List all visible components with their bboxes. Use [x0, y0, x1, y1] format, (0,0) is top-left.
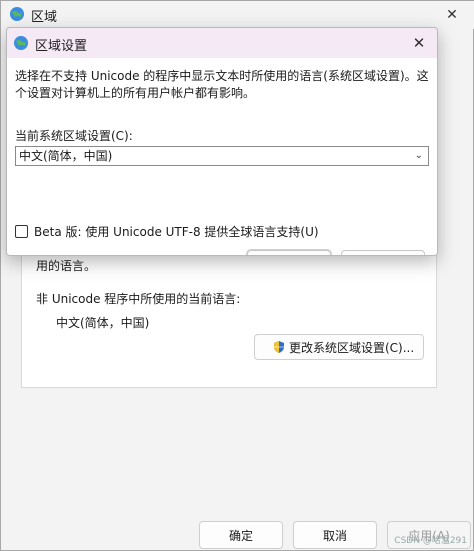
- globe-icon: [14, 36, 28, 50]
- beta-utf8-checkbox[interactable]: [15, 224, 28, 238]
- dialog-titlebar: 区域设置 ✕: [7, 28, 437, 58]
- dialog-cancel-button[interactable]: 取消: [341, 250, 425, 255]
- change-system-locale-label: 更改系统区域设置(C)...: [289, 340, 415, 355]
- change-system-locale-button[interactable]: 更改系统区域设置(C)...: [254, 334, 424, 360]
- close-icon[interactable]: ✕: [429, 1, 474, 29]
- beta-utf8-label: Beta 版: 使用 Unicode UTF-8 提供全球语言支持(U): [34, 224, 319, 239]
- globe-icon: [10, 7, 24, 21]
- region-window-titlebar: 区域 ✕: [1, 1, 474, 29]
- close-icon[interactable]: ✕: [401, 28, 437, 58]
- panel-text: 用的语言。: [36, 259, 97, 273]
- current-language-label: 非 Unicode 程序中所使用的当前语言:: [36, 292, 241, 306]
- region-window-title: 区域: [31, 10, 58, 25]
- system-locale-select[interactable]: 中文(简体，中国) ⌄: [15, 146, 429, 166]
- cancel-button[interactable]: 取消: [293, 521, 377, 549]
- current-language-value: 中文(简体，中国): [56, 316, 150, 330]
- beta-utf8-option[interactable]: Beta 版: 使用 Unicode UTF-8 提供全球语言支持(U): [15, 222, 319, 240]
- watermark: CSDN @哈温291: [394, 536, 467, 546]
- dialog-title: 区域设置: [35, 39, 88, 54]
- chevron-down-icon[interactable]: ⌄: [415, 147, 423, 165]
- shield-icon: [274, 341, 284, 353]
- system-locale-value: 中文(简体，中国): [19, 149, 113, 163]
- dialog-body: 选择在不支持 Unicode 的程序中显示文本时所使用的语言(系统区域设置)。这…: [7, 58, 437, 255]
- dialog-description: 选择在不支持 Unicode 的程序中显示文本时所使用的语言(系统区域设置)。这…: [15, 69, 429, 100]
- administrative-panel: 用的语言。 非 Unicode 程序中所使用的当前语言: 中文(简体，中国) 更…: [21, 236, 437, 388]
- ok-button[interactable]: 确定: [199, 521, 283, 549]
- region-settings-dialog: 区域设置 ✕ 选择在不支持 Unicode 的程序中显示文本时所使用的语言(系统…: [6, 27, 438, 256]
- dialog-ok-button[interactable]: 确定: [246, 249, 332, 255]
- current-locale-label: 当前系统区域设置(C):: [15, 129, 133, 143]
